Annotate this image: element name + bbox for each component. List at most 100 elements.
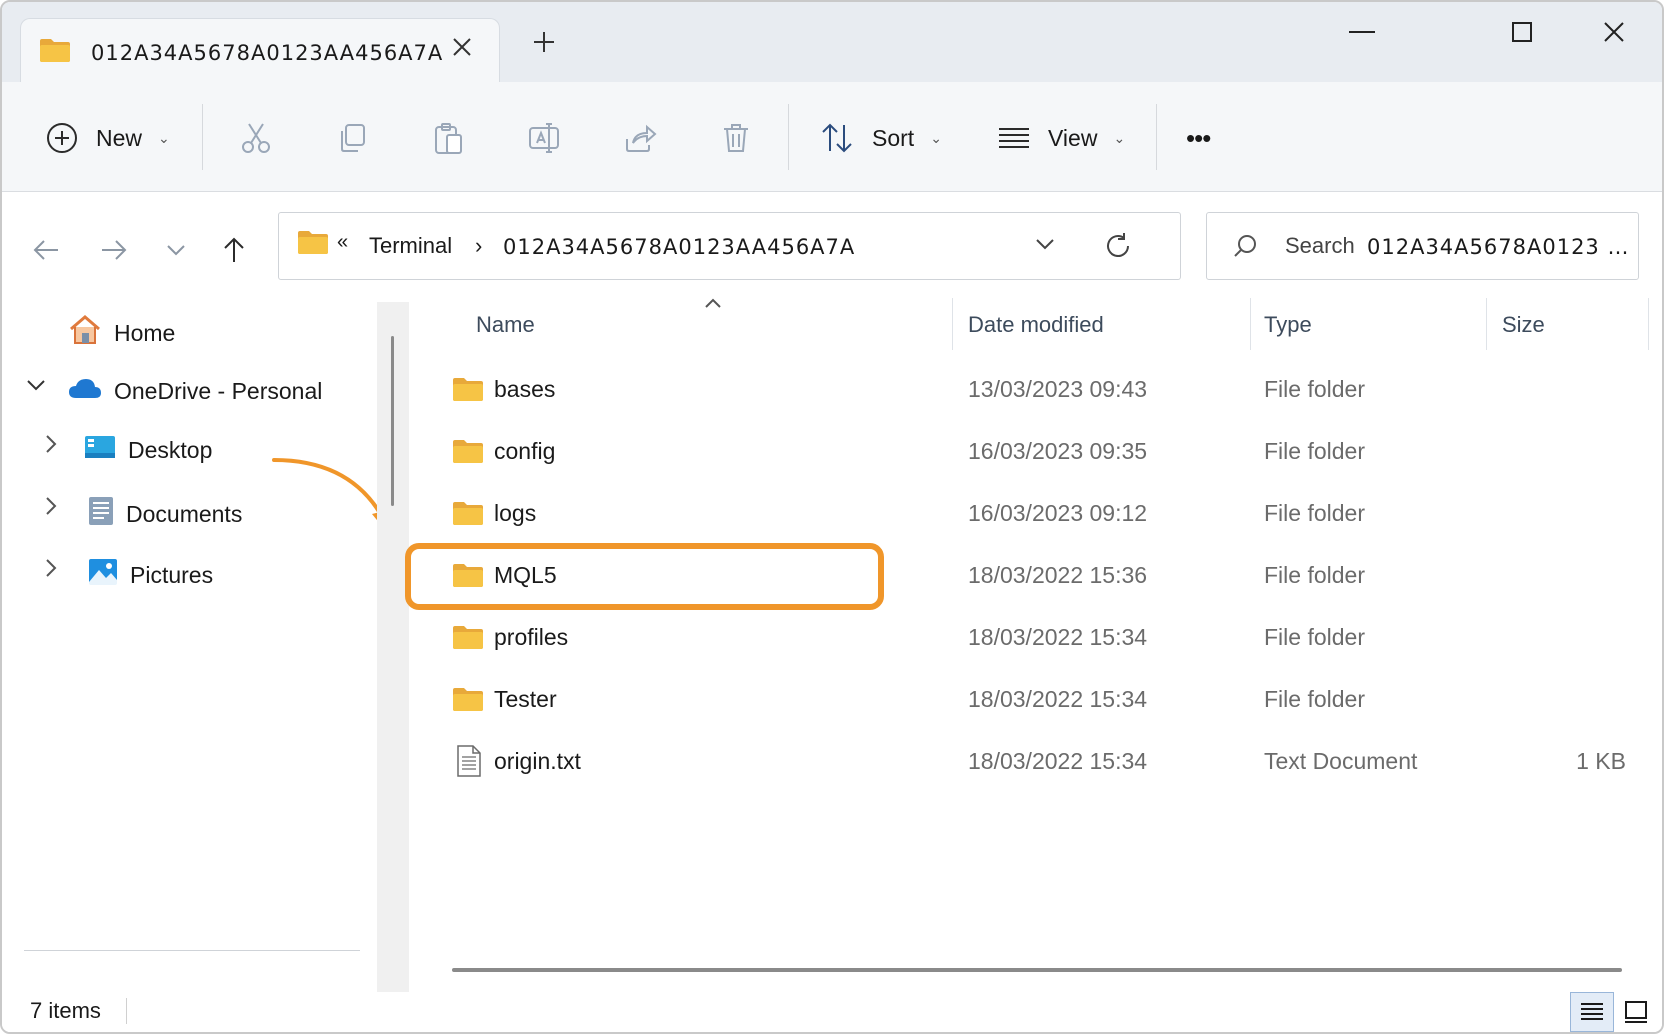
folder-icon — [452, 562, 484, 593]
column-header-type[interactable]: Type — [1264, 312, 1312, 338]
folder-icon — [452, 686, 484, 717]
up-button[interactable] — [214, 230, 254, 270]
file-date: 16/03/2023 09:35 — [968, 438, 1148, 464]
chevron-down-icon[interactable] — [1035, 237, 1055, 255]
chevron-down-icon[interactable] — [26, 376, 46, 397]
chevron-down-icon: ⌄ — [930, 129, 942, 146]
search-scope: 012A34A5678A0123 … — [1367, 235, 1630, 259]
copy-icon — [332, 118, 372, 158]
plus-circle-icon — [42, 118, 82, 158]
more-icon: ••• — [1186, 122, 1211, 153]
breadcrumb-terminal[interactable]: Terminal — [369, 233, 452, 259]
tab-title: 012A34A5678A0123AA456A7A — [91, 41, 444, 65]
close-window-button[interactable] — [1584, 12, 1644, 52]
details-view-button[interactable] — [1570, 992, 1614, 1032]
file-type: File folder — [1264, 562, 1365, 588]
overflow-chevron-icon[interactable]: « — [337, 231, 348, 254]
arrow-up-icon — [224, 237, 244, 262]
folder-icon — [452, 438, 484, 469]
column-header-size[interactable]: Size — [1502, 312, 1545, 338]
new-label: New — [96, 124, 143, 151]
file-row[interactable]: config 16/03/2023 09:35 File folder — [414, 424, 1654, 480]
sidebar-item-label: Desktop — [128, 436, 213, 463]
rename-button[interactable] — [524, 116, 564, 160]
file-date: 18/03/2022 15:34 — [968, 624, 1148, 650]
column-header-date[interactable]: Date modified — [968, 312, 1104, 338]
copy-button[interactable] — [332, 116, 372, 160]
sidebar-item-label: Documents — [126, 500, 243, 527]
tiles-view-button[interactable] — [1614, 992, 1658, 1032]
view-button[interactable]: View ⌄ — [994, 116, 1125, 160]
sort-ascending-icon — [704, 296, 722, 314]
toolbar-divider — [202, 104, 203, 170]
view-label: View — [1048, 124, 1098, 151]
back-button[interactable] — [26, 230, 66, 270]
file-name: config — [494, 438, 556, 464]
cut-button[interactable] — [236, 116, 276, 160]
chevron-right-icon[interactable] — [44, 496, 58, 521]
forward-button[interactable] — [94, 230, 134, 270]
folder-icon — [452, 500, 484, 531]
maximize-button[interactable] — [1492, 12, 1552, 52]
sidebar-item-home[interactable]: Home — [68, 314, 175, 352]
file-name: Tester — [494, 686, 557, 712]
file-row[interactable]: Tester 18/03/2022 15:34 File folder — [414, 672, 1654, 728]
sort-arrows-icon — [818, 118, 858, 158]
file-row[interactable]: MQL5 18/03/2022 15:36 File folder — [414, 548, 1654, 604]
toolbar-divider — [788, 104, 789, 170]
tiles-view-icon — [1625, 1001, 1647, 1023]
refresh-icon[interactable] — [1103, 231, 1133, 266]
title-bar: 012A34A5678A0123AA456A7A — [2, 2, 1662, 82]
column-divider[interactable] — [952, 298, 953, 350]
sidebar-scrollbar-thumb[interactable] — [391, 336, 394, 506]
minimize-button[interactable] — [1332, 12, 1392, 52]
breadcrumb-separator-icon[interactable]: › — [475, 233, 482, 259]
chevron-right-icon[interactable] — [44, 434, 58, 459]
column-divider[interactable] — [1648, 298, 1649, 350]
horizontal-scrollbar-thumb[interactable] — [452, 968, 1622, 972]
address-bar[interactable]: « Terminal › 012A34A5678A0123AA456A7A — [278, 212, 1181, 280]
new-tab-button[interactable] — [532, 30, 556, 60]
status-bar: 7 items — [2, 992, 1662, 1032]
trash-icon — [716, 118, 756, 158]
folder-icon — [297, 229, 329, 260]
sidebar-divider — [24, 950, 360, 951]
delete-button[interactable] — [716, 116, 756, 160]
file-row[interactable]: logs 16/03/2023 09:12 File folder — [414, 486, 1654, 542]
breadcrumb-current-folder[interactable]: 012A34A5678A0123AA456A7A — [503, 235, 855, 259]
sort-label: Sort — [872, 124, 915, 151]
command-bar: New ⌄ Sort ⌄ View ⌄ ••• — [2, 82, 1662, 192]
close-tab-icon[interactable] — [451, 33, 473, 65]
search-box[interactable]: Search 012A34A5678A0123 … — [1206, 212, 1639, 280]
sidebar-item-desktop[interactable]: Desktop — [84, 434, 212, 466]
sort-button[interactable]: Sort ⌄ — [818, 116, 942, 160]
folder-icon — [452, 376, 484, 407]
column-divider[interactable] — [1486, 298, 1487, 350]
paste-button[interactable] — [428, 116, 468, 160]
file-row[interactable]: profiles 18/03/2022 15:34 File folder — [414, 610, 1654, 666]
more-options-button[interactable]: ••• — [1186, 116, 1211, 160]
chevron-down-icon: ⌄ — [158, 129, 170, 146]
sidebar-item-label: OneDrive - Personal — [114, 377, 323, 404]
clipboard-icon — [428, 118, 468, 158]
rename-icon — [524, 118, 564, 158]
sidebar-item-label: Pictures — [130, 561, 214, 588]
share-button[interactable] — [620, 116, 660, 160]
chevron-right-icon[interactable] — [44, 558, 58, 583]
file-type: File folder — [1264, 376, 1365, 402]
file-date: 18/03/2022 15:34 — [968, 686, 1148, 712]
file-type: File folder — [1264, 624, 1365, 650]
home-icon — [68, 314, 102, 352]
file-row[interactable]: origin.txt 18/03/2022 15:34 Text Documen… — [414, 734, 1654, 790]
file-row[interactable]: bases 13/03/2023 09:43 File folder — [414, 362, 1654, 418]
file-type: Text Document — [1264, 748, 1418, 774]
sidebar-item-pictures[interactable]: Pictures — [88, 558, 213, 592]
column-divider[interactable] — [1250, 298, 1251, 350]
new-button[interactable]: New ⌄ — [42, 116, 170, 160]
tab-current[interactable]: 012A34A5678A0123AA456A7A — [20, 18, 500, 82]
column-header-name[interactable]: Name — [476, 312, 535, 338]
sidebar-item-documents[interactable]: Documents — [88, 496, 242, 532]
recent-locations-button[interactable] — [156, 230, 196, 270]
scissors-icon — [236, 118, 276, 158]
sidebar-item-onedrive[interactable]: OneDrive - Personal — [68, 376, 322, 406]
